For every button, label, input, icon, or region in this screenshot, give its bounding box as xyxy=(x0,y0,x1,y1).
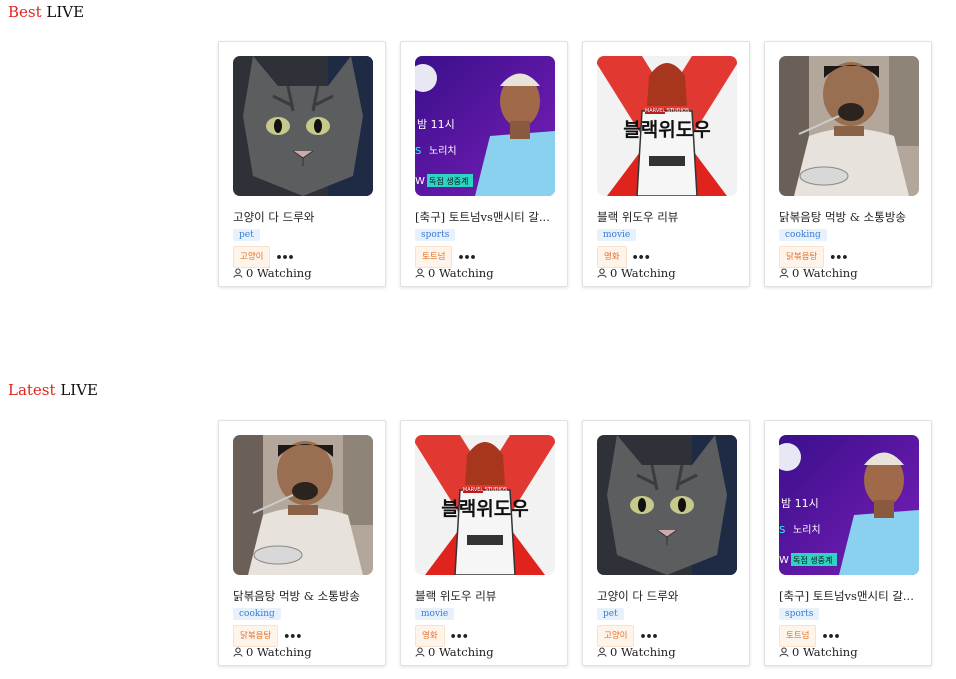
svg-text:S: S xyxy=(415,146,421,157)
stream-thumbnail[interactable] xyxy=(779,56,919,196)
tag-line: 고양이 ••• xyxy=(597,625,659,647)
best-live-heading: Best LIVE xyxy=(8,3,85,21)
user-icon xyxy=(233,268,243,278)
more-tags-icon[interactable]: ••• xyxy=(283,630,302,643)
stream-card[interactable]: 닭볶음탕 먹방 & 소통방송 cooking 닭볶음탕 ••• 0 Watchi… xyxy=(764,41,932,287)
watching-label: 0 Watching xyxy=(610,266,676,280)
tag-chip[interactable]: 닭볶음탕 xyxy=(233,625,279,647)
stream-thumbnail[interactable]: MARVEL STUDIOS 블랙위도우 xyxy=(415,435,555,575)
latest-live-row: 닭볶음탕 먹방 & 소통방송 cooking 닭볶음탕 ••• 0 Watchi… xyxy=(218,420,932,666)
tag-line: 고양이 ••• xyxy=(233,246,295,268)
svg-text:W: W xyxy=(779,555,789,566)
tag-chip[interactable]: 영화 xyxy=(415,625,445,647)
stream-title[interactable]: [축구] 토트넘vs맨시티 갈... xyxy=(779,589,921,603)
stream-title[interactable]: [축구] 토트넘vs맨시티 갈... xyxy=(415,210,557,224)
tag-line: 영화 ••• xyxy=(597,246,651,268)
stream-card[interactable]: MARVEL STUDIOS 블랙위도우 블랙 위도우 리뷰 movie 영화 … xyxy=(400,420,568,666)
watching-label: 0 Watching xyxy=(792,266,858,280)
stream-title[interactable]: 고양이 다 드루와 xyxy=(233,210,375,224)
tag-line: 토트넘 ••• xyxy=(779,625,841,647)
more-tags-icon[interactable]: ••• xyxy=(632,251,651,264)
watching-count: 0 Watching xyxy=(415,266,494,280)
tag-line: 닭볶음탕 ••• xyxy=(233,625,302,647)
tag-line: 닭볶음탕 ••• xyxy=(779,246,848,268)
stream-thumbnail[interactable]: 밤 11시 S 노리치 독점 생중계 W xyxy=(415,56,555,196)
latest-live-heading: Latest LIVE xyxy=(8,381,98,399)
watching-label: 0 Watching xyxy=(246,645,312,659)
svg-text:독점 생중계: 독점 생중계 xyxy=(793,555,832,565)
tag-chip[interactable]: 토트넘 xyxy=(779,625,817,647)
category-badge[interactable]: sports xyxy=(415,229,456,241)
stream-title[interactable]: 블랙 위도우 리뷰 xyxy=(597,210,739,224)
stream-title[interactable]: 닭볶음탕 먹방 & 소통방송 xyxy=(233,589,375,603)
watching-count: 0 Watching xyxy=(779,645,858,659)
stream-thumbnail[interactable]: 밤 11시 S 노리치 독점 생중계 W xyxy=(779,435,919,575)
watching-count: 0 Watching xyxy=(233,645,312,659)
svg-text:블랙위도우: 블랙위도우 xyxy=(623,119,710,141)
stream-title[interactable]: 블랙 위도우 리뷰 xyxy=(415,589,557,603)
more-tags-icon[interactable]: ••• xyxy=(829,251,848,264)
svg-text:W: W xyxy=(415,176,425,187)
stream-card[interactable]: 밤 11시 S 노리치 독점 생중계 W [축구] 토트넘vs맨시티 갈... … xyxy=(400,41,568,287)
category-badge[interactable]: movie xyxy=(597,229,637,241)
stream-thumbnail[interactable]: MARVEL STUDIOS 블랙위도우 xyxy=(597,56,737,196)
stream-card[interactable]: 고양이 다 드루와 pet 고양이 ••• 0 Watching xyxy=(218,41,386,287)
stream-title[interactable]: 닭볶음탕 먹방 & 소통방송 xyxy=(779,210,921,224)
tag-line: 영화 ••• xyxy=(415,625,469,647)
svg-text:블랙위도우: 블랙위도우 xyxy=(441,498,528,520)
more-tags-icon[interactable]: ••• xyxy=(457,251,476,264)
watching-label: 0 Watching xyxy=(792,645,858,659)
category-badge[interactable]: cooking xyxy=(233,608,281,620)
user-icon xyxy=(233,647,243,657)
watching-label: 0 Watching xyxy=(246,266,312,280)
more-tags-icon[interactable]: ••• xyxy=(450,630,469,643)
user-icon xyxy=(415,268,425,278)
tag-chip[interactable]: 닭볶음탕 xyxy=(779,246,825,268)
tag-chip[interactable]: 토트넘 xyxy=(415,246,453,268)
watching-count: 0 Watching xyxy=(415,645,494,659)
stream-thumbnail[interactable] xyxy=(233,56,373,196)
user-icon xyxy=(415,647,425,657)
watching-label: 0 Watching xyxy=(428,645,494,659)
watching-label: 0 Watching xyxy=(610,645,676,659)
tag-chip[interactable]: 고양이 xyxy=(597,625,635,647)
category-badge[interactable]: movie xyxy=(415,608,455,620)
stream-thumbnail[interactable] xyxy=(597,435,737,575)
tag-line: 토트넘 ••• xyxy=(415,246,477,268)
user-icon xyxy=(779,268,789,278)
category-badge[interactable]: sports xyxy=(779,608,820,620)
best-live-row: 고양이 다 드루와 pet 고양이 ••• 0 Watching 밤 11시 S… xyxy=(218,41,932,287)
svg-text:노리치: 노리치 xyxy=(429,145,457,157)
stream-card[interactable]: 고양이 다 드루와 pet 고양이 ••• 0 Watching xyxy=(582,420,750,666)
svg-text:밤 11시: 밤 11시 xyxy=(417,118,455,131)
stream-title[interactable]: 고양이 다 드루와 xyxy=(597,589,739,603)
watching-count: 0 Watching xyxy=(597,266,676,280)
svg-text:노리치: 노리치 xyxy=(793,524,821,536)
tag-chip[interactable]: 영화 xyxy=(597,246,627,268)
watching-label: 0 Watching xyxy=(428,266,494,280)
watching-count: 0 Watching xyxy=(233,266,312,280)
svg-text:MARVEL STUDIOS: MARVEL STUDIOS xyxy=(645,108,689,114)
more-tags-icon[interactable]: ••• xyxy=(639,630,658,643)
category-badge[interactable]: pet xyxy=(597,608,624,620)
svg-text:S: S xyxy=(779,525,785,536)
more-tags-icon[interactable]: ••• xyxy=(275,251,294,264)
user-icon xyxy=(597,268,607,278)
stream-card[interactable]: 닭볶음탕 먹방 & 소통방송 cooking 닭볶음탕 ••• 0 Watchi… xyxy=(218,420,386,666)
tag-chip[interactable]: 고양이 xyxy=(233,246,271,268)
category-badge[interactable]: cooking xyxy=(779,229,827,241)
user-icon xyxy=(597,647,607,657)
stream-card[interactable]: MARVEL STUDIOS 블랙위도우 블랙 위도우 리뷰 movie 영화 … xyxy=(582,41,750,287)
watching-count: 0 Watching xyxy=(597,645,676,659)
svg-text:독점 생중계: 독점 생중계 xyxy=(429,176,468,186)
more-tags-icon[interactable]: ••• xyxy=(821,630,840,643)
stream-card[interactable]: 밤 11시 S 노리치 독점 생중계 W [축구] 토트넘vs맨시티 갈... … xyxy=(764,420,932,666)
category-badge[interactable]: pet xyxy=(233,229,260,241)
stream-thumbnail[interactable] xyxy=(233,435,373,575)
user-icon xyxy=(779,647,789,657)
svg-text:MARVEL STUDIOS: MARVEL STUDIOS xyxy=(463,487,507,493)
watching-count: 0 Watching xyxy=(779,266,858,280)
svg-text:밤 11시: 밤 11시 xyxy=(781,497,819,510)
